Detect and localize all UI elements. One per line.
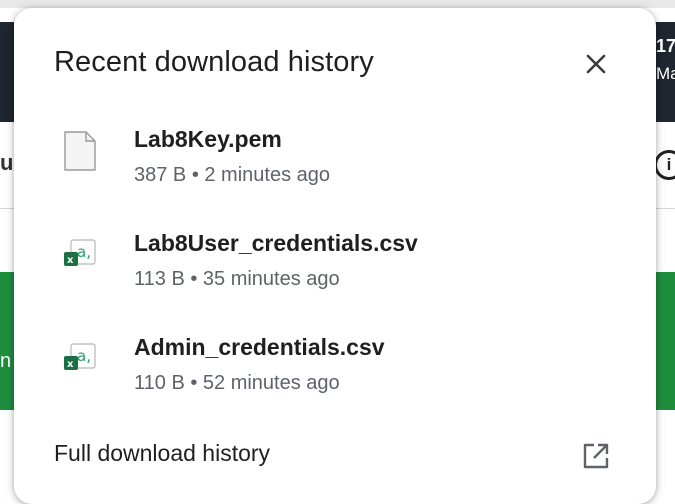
download-history-popup: Recent download history Lab8Key.pem 387 … (14, 8, 656, 504)
background-green-banner-left: n (0, 272, 14, 410)
open-in-new-icon (583, 443, 609, 469)
download-file-meta: 110 B • 52 minutes ago (134, 372, 340, 394)
download-file-name: Lab8Key.pem (134, 126, 282, 152)
background-header-text: Ma (656, 64, 675, 83)
close-icon (586, 54, 606, 74)
excel-csv-file-icon: a, x (64, 239, 96, 266)
excel-csv-file-icon: a, x (64, 343, 96, 370)
background-banner-text: n (0, 350, 12, 372)
download-item[interactable]: a, x Admin_credentials.csv 110 B • 52 mi… (54, 332, 614, 410)
svg-text:x: x (67, 255, 74, 266)
svg-text:a,: a, (77, 243, 91, 261)
svg-text:x: x (67, 359, 74, 370)
download-file-name: Lab8User_credentials.csv (134, 230, 418, 256)
download-file-name: Admin_credentials.csv (134, 334, 385, 360)
popup-title: Recent download history (54, 46, 374, 78)
info-icon[interactable]: i (654, 150, 675, 180)
full-download-history-link[interactable]: Full download history (54, 440, 270, 467)
download-file-meta: 113 B • 35 minutes ago (134, 268, 340, 290)
download-item[interactable]: Lab8Key.pem 387 B • 2 minutes ago (54, 124, 614, 202)
generic-file-icon (64, 131, 96, 171)
background-top-strip (0, 0, 675, 8)
open-full-history-button[interactable] (580, 440, 612, 472)
background-dark-header-left (0, 22, 14, 122)
background-header-number: 17 (656, 36, 675, 56)
svg-text:a,: a, (77, 347, 91, 365)
background-text-fragment: u (0, 150, 14, 175)
background-divider (0, 208, 14, 209)
download-item[interactable]: a, x Lab8User_credentials.csv 113 B • 35… (54, 228, 614, 306)
close-button[interactable] (580, 48, 612, 80)
download-file-meta: 387 B • 2 minutes ago (134, 164, 331, 186)
